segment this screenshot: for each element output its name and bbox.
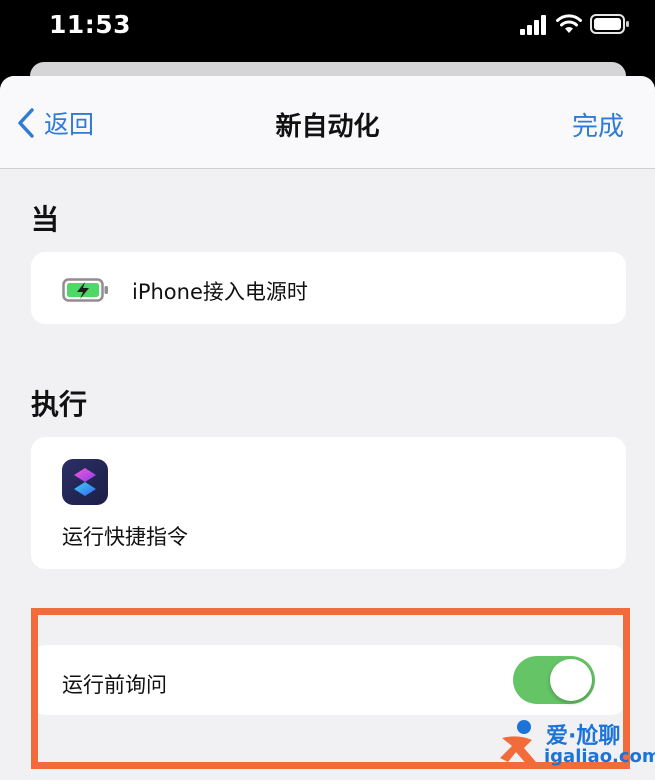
automation-sheet: 返回 新自动化 完成 当 iPhone接入电源时 执行 运行快捷指令 运行前询问 [0, 76, 655, 780]
toggle-knob [550, 659, 592, 701]
when-section-title: 当 [31, 203, 60, 236]
watermark-url: igaliao.com [544, 746, 655, 767]
ask-before-running-row: 运行前询问 [31, 645, 626, 715]
status-bar: 11:53 [0, 0, 655, 62]
done-button[interactable]: 完成 [572, 106, 624, 143]
watermark: 爱·尬聊 igaliao.com [494, 718, 655, 776]
ask-before-running-label: 运行前询问 [62, 673, 167, 697]
running-figure-logo-icon [500, 720, 536, 766]
action-label: 运行快捷指令 [62, 525, 188, 549]
wifi-icon [556, 14, 582, 33]
do-section-title: 执行 [31, 388, 88, 421]
battery-charging-icon [62, 278, 108, 302]
battery-icon [590, 14, 629, 34]
status-time: 11:53 [49, 10, 132, 39]
page-title: 新自动化 [275, 112, 380, 142]
trigger-label: iPhone接入电源时 [132, 280, 308, 304]
shortcuts-app-icon [62, 459, 108, 505]
action-card[interactable]: 运行快捷指令 [31, 437, 626, 569]
trigger-card[interactable]: iPhone接入电源时 [31, 252, 626, 324]
cellular-signal-icon [520, 15, 548, 35]
ask-before-running-toggle[interactable] [513, 656, 595, 704]
navigation-bar: 返回 新自动化 完成 [0, 76, 655, 169]
